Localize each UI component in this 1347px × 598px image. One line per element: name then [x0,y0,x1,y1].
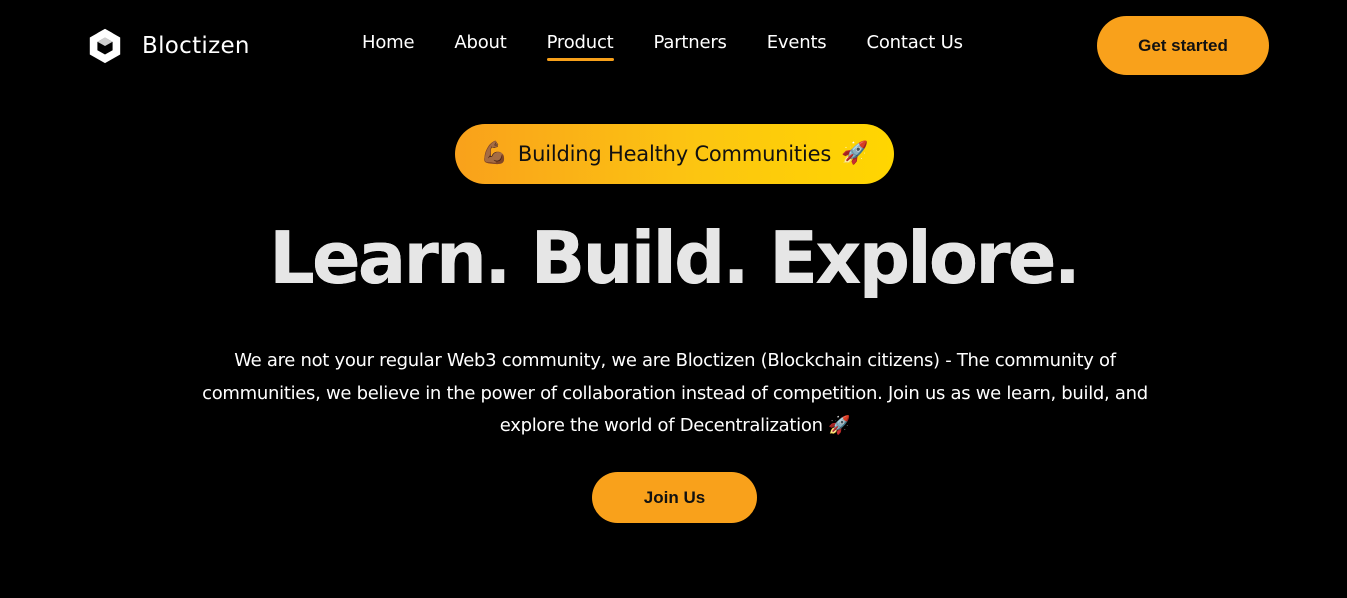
hexagon-cube-icon [89,28,121,64]
nav-link-events[interactable]: Events [767,32,827,53]
rocket-icon: 🚀 [841,141,869,166]
main-nav: Home About Product Partners Events Conta… [362,32,963,61]
badge-text: Building Healthy Communities [517,142,832,166]
join-us-button[interactable]: Join Us [592,472,757,523]
hero-title: Learn. Build. Explore. [0,216,1347,300]
landing-page: Bloctizen Home About Product Partners Ev… [0,0,1347,598]
flexed-biceps-icon: 💪🏾 [480,141,508,166]
top-navbar: Bloctizen Home About Product Partners Ev… [0,0,1347,90]
brand-link[interactable]: Bloctizen [86,27,250,65]
hero-badge: 💪🏾 Building Healthy Communities 🚀 [455,124,894,184]
nav-link-partners[interactable]: Partners [654,32,727,53]
brand-name: Bloctizen [142,33,250,59]
nav-link-home[interactable]: Home [362,32,415,53]
hero-description: We are not your regular Web3 community, … [202,350,1148,436]
nav-link-contact-us[interactable]: Contact Us [866,32,963,53]
get-started-button[interactable]: Get started [1097,16,1269,75]
nav-link-about[interactable]: About [454,32,506,53]
nav-link-product[interactable]: Product [546,32,614,61]
